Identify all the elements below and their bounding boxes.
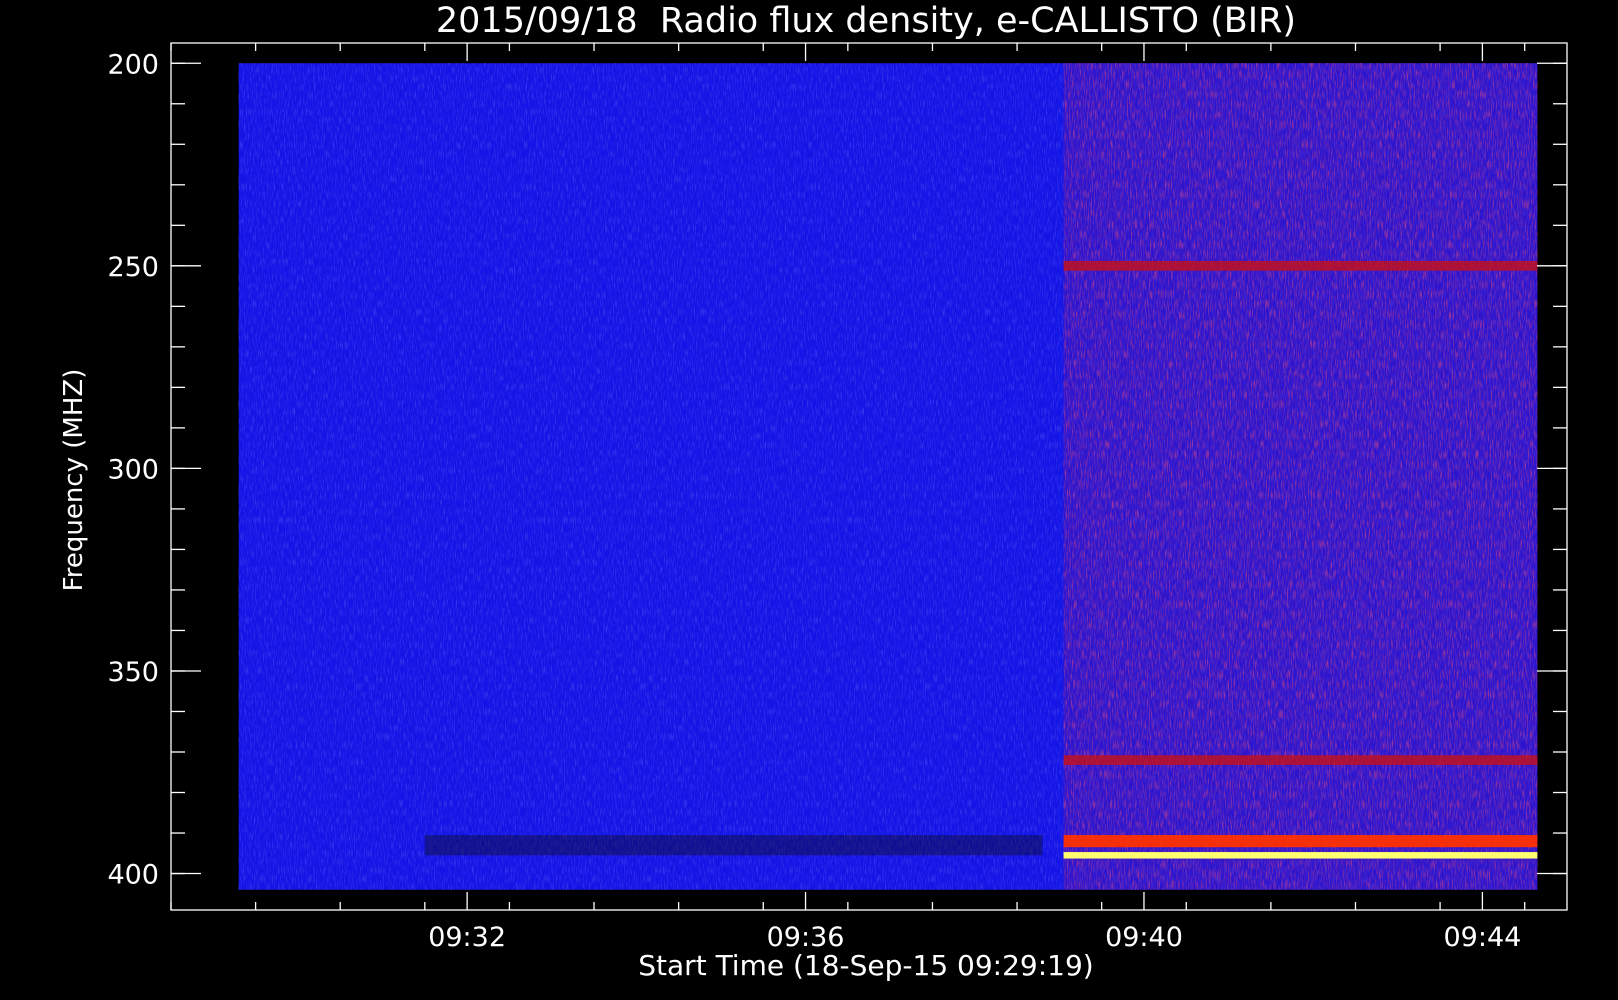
y-tick-label: 200 [107, 49, 159, 80]
chart-title: 2015/09/18 Radio flux density, e-CALLIST… [436, 1, 1296, 41]
heatmap-region-noise-0 [1063, 63, 1538, 890]
band-noise-4 [424, 835, 1043, 856]
y-axis-label: Frequency (MHZ) [59, 369, 89, 592]
y-tick-label: 250 [107, 252, 159, 283]
spectrogram-chart: 2015/09/18 Radio flux density, e-CALLIST… [59, 1, 1568, 982]
y-tick-label: 300 [107, 454, 159, 485]
x-tick-label: 09:44 [1443, 922, 1521, 953]
band-2 [1063, 835, 1538, 848]
x-tick-label: 09:40 [1105, 922, 1183, 953]
band-3 [1063, 852, 1538, 859]
y-tick-label: 400 [107, 860, 159, 891]
y-tick-label: 350 [107, 657, 159, 688]
spectrogram-heatmap [238, 63, 1538, 890]
band-0 [1063, 260, 1538, 271]
x-axis-label: Start Time (18-Sep-15 09:29:19) [638, 949, 1093, 982]
x-tick-label: 09:32 [428, 922, 506, 953]
band-1 [1063, 755, 1538, 765]
